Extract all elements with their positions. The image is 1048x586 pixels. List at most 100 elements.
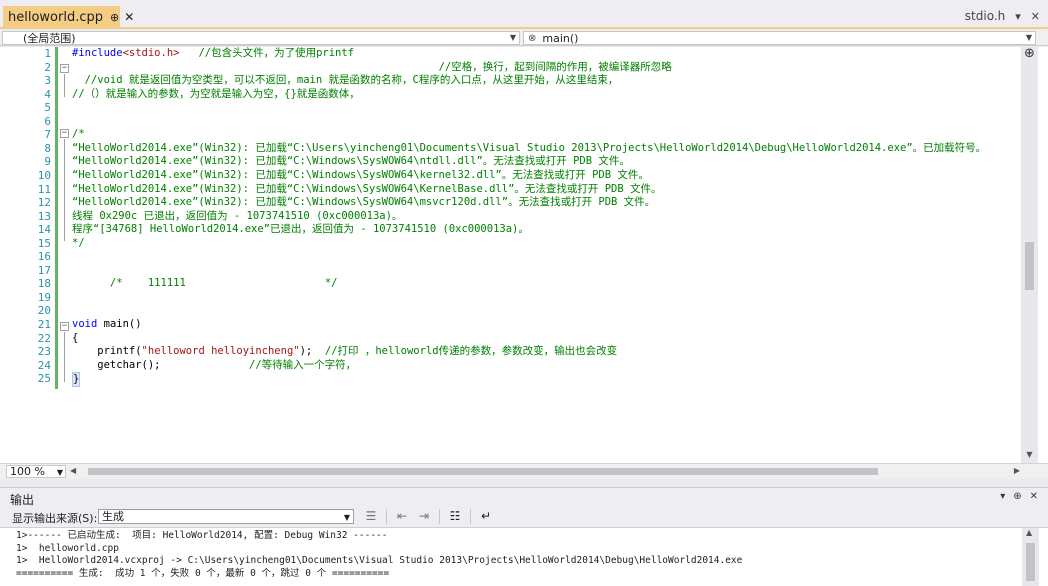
- line-number: 10: [37, 168, 51, 182]
- output-source-dropdown[interactable]: 生成 ▼: [98, 509, 354, 524]
- scrollbar-thumb[interactable]: [1025, 242, 1034, 290]
- line-number: 1: [44, 47, 51, 60]
- member-value: main(): [542, 31, 579, 45]
- line-number: 11: [37, 182, 51, 196]
- chevron-down-icon: ▼: [343, 513, 350, 522]
- output-line: 1> helloworld.cpp: [16, 542, 119, 554]
- zoom-value: 100 %: [10, 465, 45, 478]
- close-icon[interactable]: ✕: [124, 10, 134, 24]
- scroll-right-icon[interactable]: ▶: [1014, 466, 1020, 475]
- line-number: 25: [37, 372, 51, 386]
- line-number: 3: [44, 74, 51, 88]
- member-dropdown[interactable]: ⊗ main() ▼: [523, 31, 1036, 45]
- line-number: 2: [44, 60, 51, 74]
- fold-line: [64, 139, 65, 241]
- output-line: ========== 生成: 成功 1 个，失败 0 个，最新 0 个，跳过 0…: [16, 567, 390, 579]
- code-area[interactable]: #include<stdio.h> //包含头文件，为了使用printf //空…: [72, 47, 1017, 463]
- output-toolbar: 显示输出来源(S): 生成 ▼ ☰ ⇤ ⇥ ☷ ↵: [0, 507, 1048, 527]
- code-token: “HelloWorld2014.exe”(Win32): 已加载“C:\Wind…: [72, 182, 662, 195]
- code-line: /*: [72, 128, 85, 141]
- code-token: 线程 0x290c 已退出，返回值为 - 1073741510 (0xc0000…: [72, 209, 403, 222]
- word-wrap-icon[interactable]: ↵: [477, 508, 495, 525]
- zoom-dropdown[interactable]: 100 % ▼: [6, 465, 66, 478]
- chevron-down-icon[interactable]: ▾: [1000, 491, 1005, 502]
- line-number: 19: [37, 290, 51, 304]
- output-source-value: 生成: [102, 510, 124, 523]
- editor-horizontal-scrollbar[interactable]: ◀ ▶: [70, 466, 1020, 477]
- fold-toggle-icon[interactable]: −: [60, 129, 69, 138]
- split-window-icon[interactable]: ⊕: [1022, 47, 1037, 61]
- close-icon[interactable]: ✕: [1030, 491, 1038, 502]
- chevron-down-icon[interactable]: ▾: [1015, 10, 1021, 23]
- chevron-down-icon: ▼: [56, 468, 63, 477]
- code-line: “HelloWorld2014.exe”(Win32): 已加载“C:\Wind…: [72, 183, 662, 196]
- output-text-area[interactable]: 1>------ 已启动生成: 项目: HelloWorld2014, 配置: …: [0, 527, 1048, 586]
- code-token: //包含头文件，为了使用printf: [179, 47, 355, 59]
- code-line: */: [72, 237, 85, 250]
- code-line: 程序“[34768] HelloWorld2014.exe”已退出，返回值为 -…: [72, 223, 529, 236]
- scroll-down-icon[interactable]: ▼: [1021, 447, 1038, 463]
- code-line: void main(): [72, 318, 142, 331]
- chevron-down-icon: ▼: [509, 33, 516, 42]
- function-icon: ⊗: [528, 32, 537, 44]
- code-token: /* 111111 */: [72, 277, 338, 290]
- code-line: printf("helloword helloyincheng"); //打印 …: [72, 345, 617, 358]
- line-number: 4: [44, 87, 51, 101]
- output-panel-controls: ▾ ⊕ ✕: [1000, 491, 1038, 502]
- code-token: “HelloWorld2014.exe”(Win32): 已加载“C:\Wind…: [72, 196, 656, 209]
- line-number: 15: [37, 236, 51, 250]
- line-number: 21: [37, 318, 51, 331]
- fold-toggle-icon[interactable]: −: [60, 322, 69, 331]
- output-vertical-scrollbar[interactable]: ▲: [1022, 528, 1039, 586]
- scope-value: (全局范围): [23, 32, 76, 45]
- align-left-icon[interactable]: ☰: [362, 508, 380, 525]
- line-number: 23: [37, 345, 51, 359]
- close-icon[interactable]: ✕: [1031, 10, 1040, 23]
- line-number: 14: [37, 223, 51, 237]
- code-line: 线程 0x290c 已退出，返回值为 - 1073741510 (0xc0000…: [72, 210, 402, 223]
- code-line: /* 111111 */: [72, 277, 338, 290]
- code-token: void: [72, 318, 98, 330]
- toolbar-separator: [439, 509, 440, 524]
- output-source-label: 显示输出来源(S):: [12, 512, 98, 525]
- clear-all-icon[interactable]: ☷: [446, 508, 464, 525]
- line-number: 13: [37, 209, 51, 223]
- code-line: “HelloWorld2014.exe”(Win32): 已加载“C:\Wind…: [72, 155, 630, 168]
- editor-bottom-bar: 100 % ▼ ◀ ▶: [0, 463, 1048, 479]
- line-number: 8: [44, 141, 51, 155]
- toolbar-separator: [470, 509, 471, 524]
- scrollbar-thumb[interactable]: [1026, 543, 1035, 581]
- scroll-left-icon[interactable]: ◀: [70, 466, 76, 475]
- code-token: /*: [72, 128, 85, 141]
- navigation-bar: (全局范围) ▼ ⊗ main() ▼: [0, 30, 1048, 46]
- pin-icon[interactable]: ⊕: [1013, 491, 1021, 502]
- code-editor[interactable]: 1 2 3 4 5 6 7 8 9 10 11 12 13 14 15 16 17 18 19 20 21 22 23 24 2…: [0, 47, 1048, 463]
- code-token: //等待输入一个字符，: [249, 358, 357, 371]
- outdent-icon[interactable]: ⇥: [415, 508, 433, 525]
- change-tracking-bar: [55, 47, 58, 389]
- brace-match-highlight: }: [72, 372, 81, 388]
- code-token: <stdio.h>: [122, 47, 180, 59]
- fold-line: [64, 332, 65, 382]
- output-line: 1>------ 已启动生成: 项目: HelloWorld2014, 配置: …: [16, 530, 388, 541]
- tab-helloworld-cpp[interactable]: helloworld.cpp ⊕ ✕: [3, 6, 134, 28]
- output-lines: 1>------ 已启动生成: 项目: HelloWorld2014, 配置: …: [16, 530, 1016, 580]
- line-number: 16: [37, 250, 51, 264]
- scope-dropdown[interactable]: (全局范围) ▼: [2, 31, 520, 45]
- code-token: #include: [72, 47, 123, 59]
- output-line: 1> HelloWorld2014.vcxproj -> C:\Users\yi…: [16, 555, 743, 566]
- tab-stdio-h[interactable]: stdio.h: [965, 9, 1005, 23]
- line-number: 18: [37, 277, 51, 291]
- scrollbar-thumb[interactable]: [88, 468, 878, 475]
- code-line: }: [72, 372, 81, 388]
- chevron-down-icon: ▼: [1025, 33, 1032, 42]
- pin-icon[interactable]: ⊕: [110, 11, 119, 24]
- indent-icon[interactable]: ⇤: [393, 508, 411, 525]
- fold-toggle-icon[interactable]: −: [60, 64, 69, 73]
- output-panel-header: 输出 ▾ ⊕ ✕: [0, 487, 1048, 507]
- editor-vertical-scrollbar[interactable]: ⊕ ▼: [1021, 47, 1038, 463]
- output-panel-title: 输出: [10, 493, 35, 507]
- scroll-up-icon[interactable]: ▲: [1026, 528, 1032, 537]
- document-tab-strip: helloworld.cpp ⊕ ✕ stdio.h ▾ ✕: [0, 0, 1048, 29]
- line-number: 7: [44, 128, 51, 142]
